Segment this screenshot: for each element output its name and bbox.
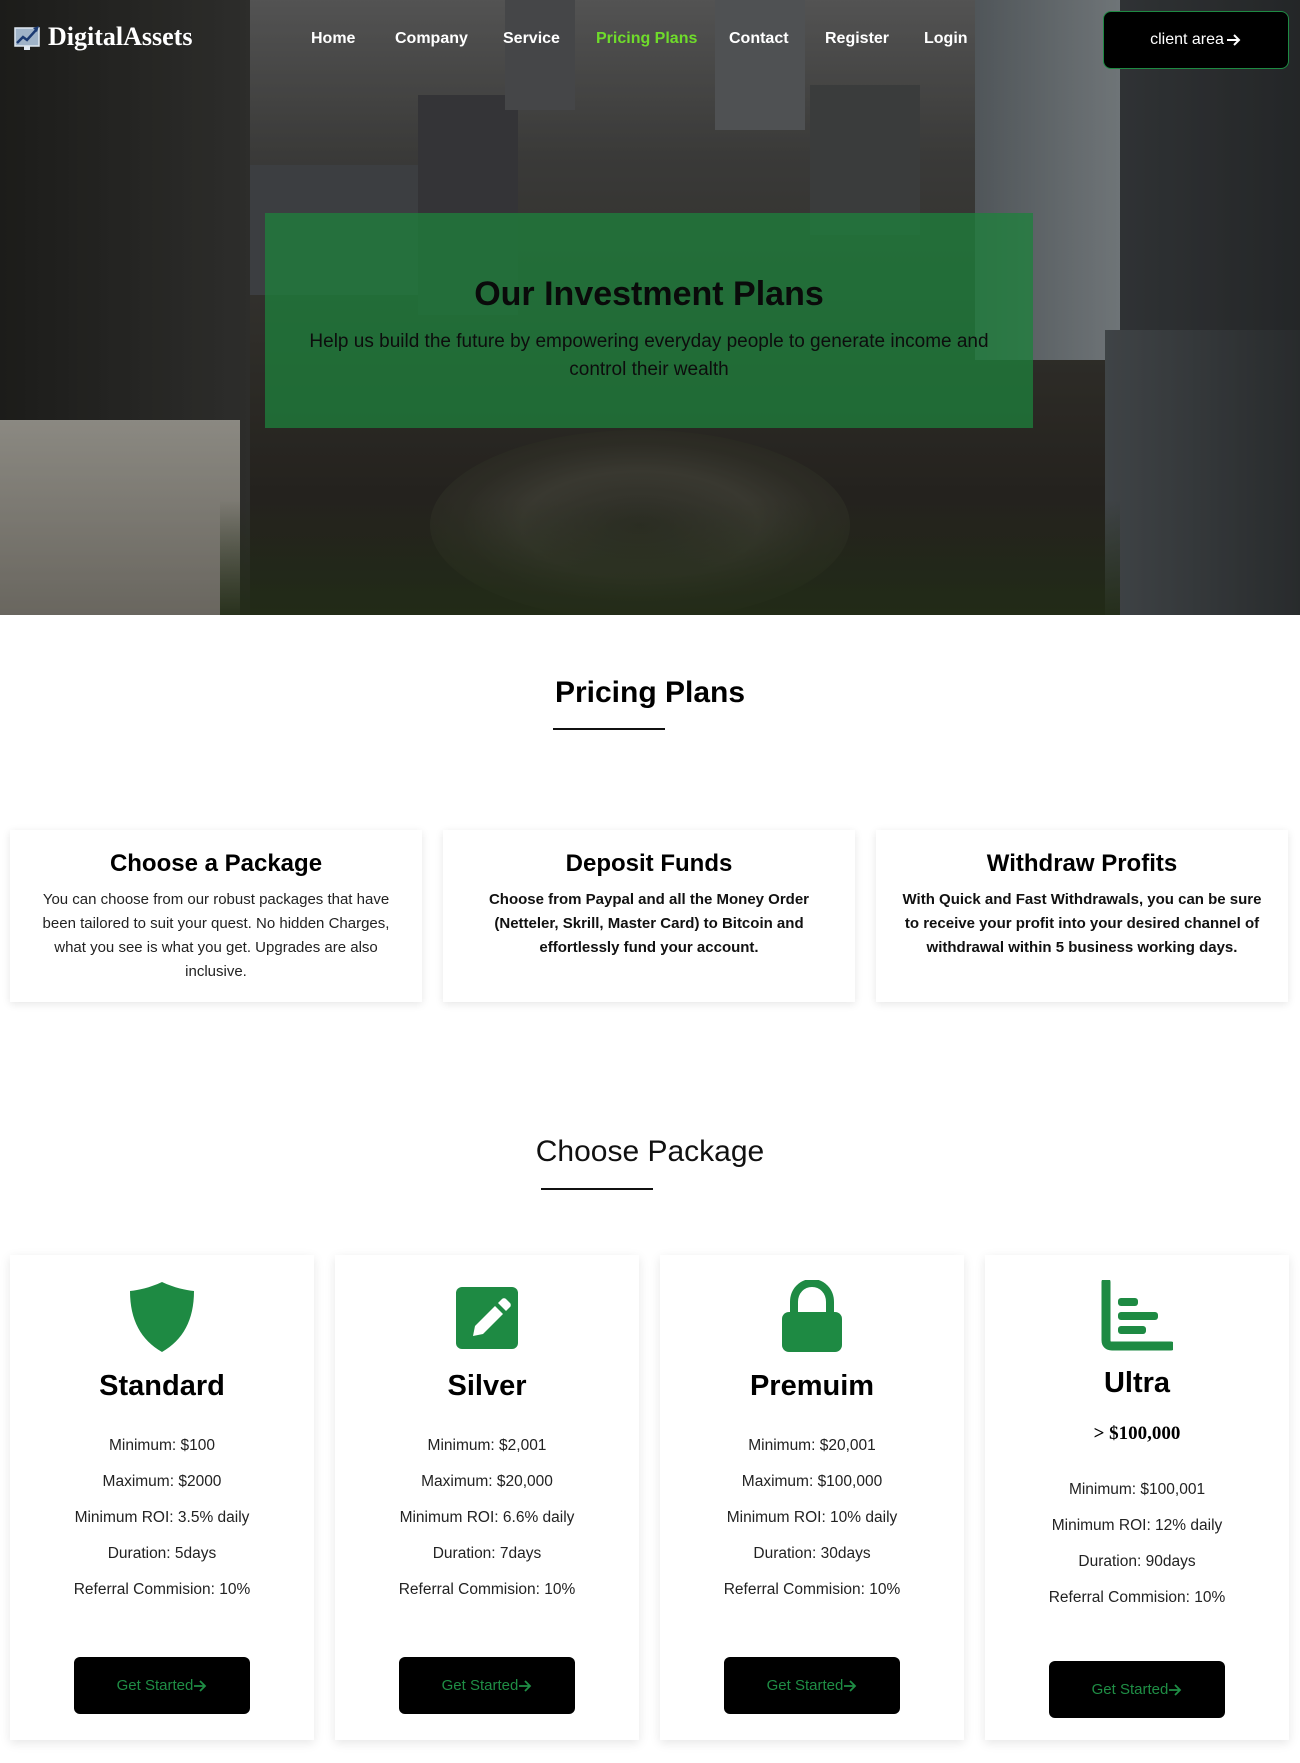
plan-details: Minimum: $20,001 Maximum: $100,000 Minim… <box>660 1428 964 1608</box>
nav-login[interactable]: Login <box>924 30 968 48</box>
plan-detail: Minimum ROI: 3.5% daily <box>74 1509 250 1526</box>
plan-details: Minimum: $100 Maximum: $2000 Minimum ROI… <box>10 1428 314 1608</box>
bar-chart-icon <box>1101 1280 1173 1351</box>
plan-details: Minimum: $100,001 Minimum ROI: 12% daily… <box>985 1472 1289 1616</box>
lock-icon <box>782 1280 842 1352</box>
title-underline <box>541 1188 653 1190</box>
step-title: Choose a Package <box>109 850 323 877</box>
plan-name: Standard <box>99 1370 225 1402</box>
plan-detail: Minimum: $100 <box>109 1437 215 1454</box>
shield-icon <box>130 1282 194 1352</box>
edit-icon <box>456 1287 518 1349</box>
nav-contact[interactable]: Contact <box>729 30 789 48</box>
plan-price: > $100,000 <box>1093 1423 1181 1444</box>
nav-register[interactable]: Register <box>825 30 889 48</box>
plan-card-ultra: Ultra > $100,000 Minimum: $100,001 Minim… <box>985 1255 1289 1740</box>
hero-title: Our Investment Plans <box>474 275 824 313</box>
nav-company[interactable]: Company <box>395 30 468 48</box>
get-started-button[interactable]: Get Started <box>724 1657 900 1714</box>
plan-detail: Maximum: $100,000 <box>741 1473 883 1490</box>
arrow-right-icon <box>194 1679 207 1692</box>
site-logo[interactable]: DigitalAssets <box>14 22 192 52</box>
plan-detail: Minimum ROI: 6.6% daily <box>399 1509 575 1526</box>
plan-name: Premuim <box>749 1370 875 1402</box>
step-title: Withdraw Profits <box>986 850 1178 877</box>
step-text: You can choose from our robust packages … <box>42 891 390 980</box>
hero-caption-box: Our Investment Plans Help us build the f… <box>265 213 1033 428</box>
title-underline <box>553 728 665 730</box>
plan-detail: Maximum: $20,000 <box>421 1473 553 1490</box>
arrow-right-icon <box>519 1679 532 1692</box>
plan-detail: Maximum: $2000 <box>102 1473 222 1490</box>
client-area-button[interactable]: client area <box>1103 11 1289 69</box>
step-card: Choose a Package You can choose from our… <box>10 830 422 1002</box>
plan-detail: Duration: 90days <box>1078 1553 1196 1570</box>
site-logo-text: DigitalAssets <box>48 22 193 51</box>
step-card: Withdraw Profits With Quick and Fast Wit… <box>876 830 1288 1002</box>
plan-card-silver: Silver Minimum: $2,001 Maximum: $20,000 … <box>335 1255 639 1740</box>
arrow-right-icon <box>1169 1683 1182 1696</box>
plan-name: Ultra <box>1103 1367 1171 1399</box>
chart-logo-icon <box>14 26 40 50</box>
hero-banner: Our Investment Plans Help us build the f… <box>0 0 1300 615</box>
get-started-label: Get Started <box>766 1677 844 1694</box>
step-card: Deposit Funds Choose from Paypal and all… <box>443 830 855 1002</box>
pricing-section-title: Pricing Plans <box>554 676 746 709</box>
plan-card-premium: Premuim Minimum: $20,001 Maximum: $100,0… <box>660 1255 964 1740</box>
get-started-label: Get Started <box>441 1677 519 1694</box>
nav-service[interactable]: Service <box>503 30 560 48</box>
get-started-label: Get Started <box>116 1677 194 1694</box>
plan-detail: Minimum ROI: 10% daily <box>726 1509 898 1526</box>
client-area-label: client area <box>1150 31 1224 48</box>
plan-detail: Duration: 5days <box>107 1545 217 1562</box>
plan-detail: Referral Commision: 10% <box>398 1581 576 1598</box>
plan-detail: Minimum ROI: 12% daily <box>1051 1517 1223 1534</box>
step-text: With Quick and Fast Withdrawals, you can… <box>902 891 1262 956</box>
plan-detail: Referral Commision: 10% <box>73 1581 251 1598</box>
plan-detail: Referral Commision: 10% <box>723 1581 901 1598</box>
plan-detail: Referral Commision: 10% <box>1048 1589 1226 1606</box>
plan-detail: Minimum: $20,001 <box>748 1437 876 1454</box>
packages-section-title: Choose Package <box>535 1135 765 1168</box>
arrow-right-icon <box>844 1679 857 1692</box>
arrow-right-icon <box>1226 34 1241 46</box>
plan-name: Silver <box>447 1370 527 1402</box>
plan-detail: Duration: 7days <box>432 1545 542 1562</box>
step-text: Choose from Paypal and all the Money Ord… <box>488 891 810 956</box>
hero-subtitle: Help us build the future by empowering e… <box>309 331 989 380</box>
plan-card-standard: Standard Minimum: $100 Maximum: $2000 Mi… <box>10 1255 314 1740</box>
plan-details: Minimum: $2,001 Maximum: $20,000 Minimum… <box>335 1428 639 1608</box>
plan-detail: Minimum: $2,001 <box>427 1437 547 1454</box>
get-started-button[interactable]: Get Started <box>399 1657 575 1714</box>
top-navigation: DigitalAssets Home Company Service Prici… <box>0 0 1300 80</box>
get-started-label: Get Started <box>1091 1681 1169 1698</box>
plan-detail: Duration: 30days <box>753 1545 871 1562</box>
nav-pricing-plans[interactable]: Pricing Plans <box>596 30 697 48</box>
get-started-button[interactable]: Get Started <box>1049 1661 1225 1718</box>
step-title: Deposit Funds <box>565 850 733 877</box>
nav-home[interactable]: Home <box>311 30 355 48</box>
plan-detail: Minimum: $100,001 <box>1068 1481 1206 1498</box>
get-started-button[interactable]: Get Started <box>74 1657 250 1714</box>
